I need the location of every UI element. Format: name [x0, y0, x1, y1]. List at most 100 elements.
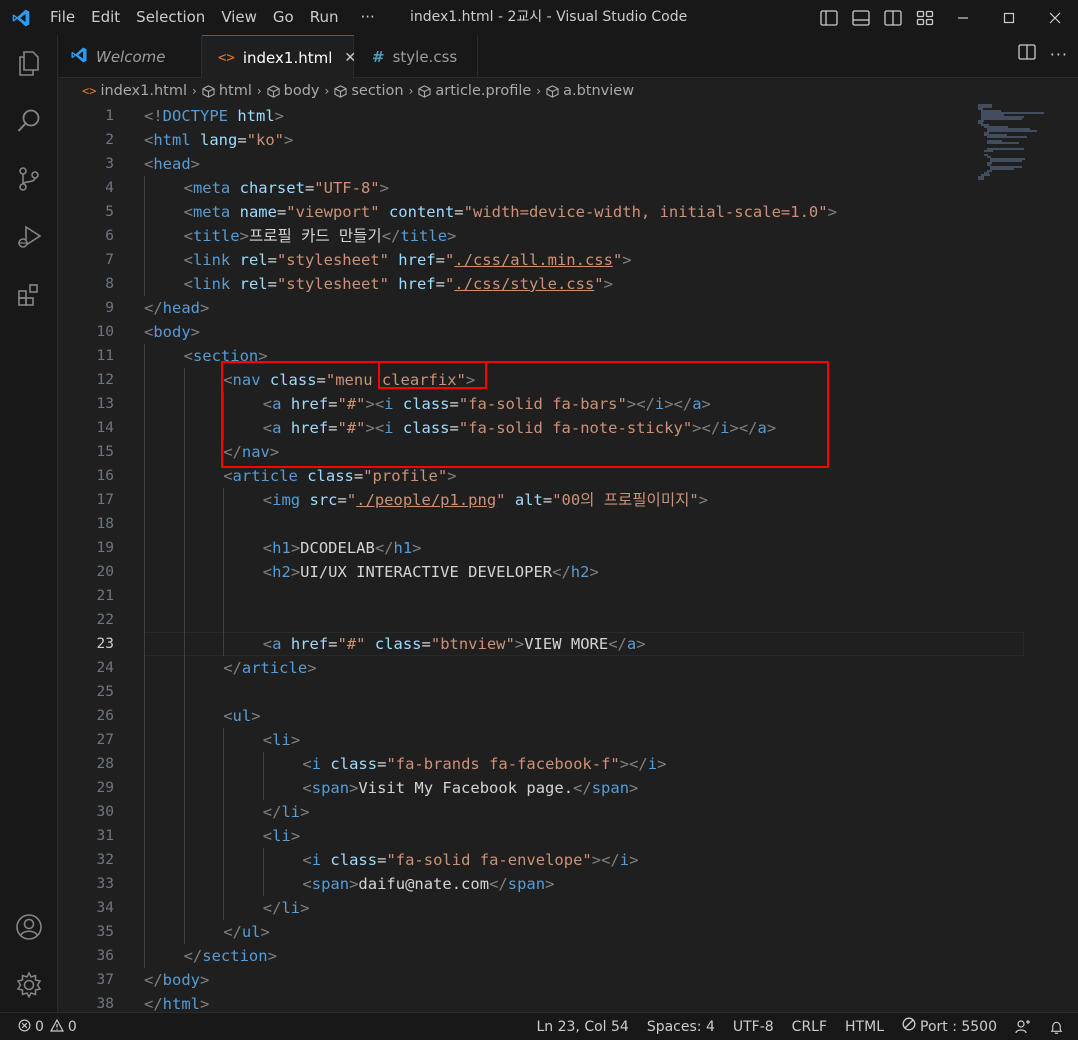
menu-edit[interactable]: Edit	[83, 0, 128, 35]
code-line[interactable]	[144, 680, 1024, 704]
code-line[interactable]: <i class="fa-brands fa-facebook-f"></i>	[144, 752, 1024, 776]
menu-file[interactable]: File	[42, 0, 83, 35]
language-mode[interactable]: HTML	[836, 1013, 893, 1040]
source-control-icon[interactable]	[0, 155, 58, 203]
code-line[interactable]: <article class="profile">	[144, 464, 1024, 488]
code-area[interactable]: <!DOCTYPE html> <html lang="ko"> <head> <me…	[144, 104, 1024, 1012]
code-line[interactable]: <li>	[144, 728, 1024, 752]
explorer-icon[interactable]	[0, 39, 58, 87]
split-editor-icon[interactable]	[1018, 44, 1036, 64]
indentation[interactable]: Spaces: 4	[638, 1013, 724, 1040]
code-line[interactable]: <a href="#" class="btnview">VIEW MORE</a…	[144, 632, 1024, 656]
end-of-line[interactable]: CRLF	[783, 1013, 836, 1040]
menu-more[interactable]: ···	[347, 0, 383, 35]
breadcrumb-item-body[interactable]: body	[267, 83, 320, 99]
code-line[interactable]: <meta name="viewport" content="width=dev…	[144, 200, 1024, 224]
code-text: =	[316, 371, 326, 389]
menu-go[interactable]: Go	[265, 0, 302, 35]
menu-run[interactable]: Run	[302, 0, 347, 35]
customize-layout-icon[interactable]	[914, 7, 936, 29]
line-number: 33	[96, 876, 114, 892]
breadcrumb-item-anchor[interactable]: a.btnview	[546, 83, 634, 99]
code-tag: h2	[570, 563, 590, 581]
code-line[interactable]: <!DOCTYPE html>	[144, 104, 1024, 128]
encoding[interactable]: UTF-8	[724, 1013, 783, 1040]
code-line[interactable]: <meta charset="UTF-8">	[144, 176, 1024, 200]
code-line[interactable]: </head>	[144, 296, 1024, 320]
breadcrumb-item-html[interactable]: html	[202, 83, 252, 99]
code-attribute: alt	[514, 491, 543, 509]
toggle-secondary-sidebar-icon[interactable]	[882, 7, 904, 29]
code-line[interactable]: <head>	[144, 152, 1024, 176]
code-line[interactable]: <h2>UI/UX INTERACTIVE DEVELOPER</h2>	[144, 560, 1024, 584]
code-line[interactable]: <link rel="stylesheet" href="./css/style…	[144, 272, 1024, 296]
feedback-icon[interactable]	[1006, 1019, 1040, 1035]
line-number: 23	[96, 636, 114, 652]
indent-guide	[262, 776, 264, 800]
code-tag: head	[153, 155, 191, 173]
breadcrumb-item-file[interactable]: <> index1.html	[82, 83, 187, 99]
account-icon[interactable]	[0, 903, 58, 951]
live-server-port[interactable]: Port : 5500	[893, 1013, 1006, 1040]
tab-style-css[interactable]: # style.css	[354, 35, 478, 78]
problems-indicator[interactable]: 0 0	[18, 1013, 77, 1040]
code-attribute: name	[239, 203, 277, 221]
code-line[interactable]: <section>	[144, 344, 1024, 368]
code-line[interactable]: <span>daifu@nate.com</span>	[144, 872, 1024, 896]
search-icon[interactable]	[0, 97, 58, 145]
code-line[interactable]: <h1>DCODELAB</h1>	[144, 536, 1024, 560]
code-line[interactable]: </li>	[144, 896, 1024, 920]
indent-guide	[144, 176, 145, 200]
code-line[interactable]	[144, 584, 1024, 608]
menu-selection[interactable]: Selection	[128, 0, 213, 35]
code-line[interactable]: <a href="#"><i class="fa-solid fa-note-s…	[144, 416, 1024, 440]
minimize-icon[interactable]	[940, 0, 986, 35]
breadcrumb-item-article[interactable]: article.profile	[418, 83, 531, 99]
code-line[interactable]: <ul>	[144, 704, 1024, 728]
code-line[interactable]: </li>	[144, 800, 1024, 824]
extensions-icon[interactable]	[0, 271, 58, 319]
code-line[interactable]: <body>	[144, 320, 1024, 344]
code-line-content: <link rel="stylesheet" href="./css/all.m…	[184, 251, 632, 269]
minimap[interactable]	[970, 104, 1060, 184]
close-window-icon[interactable]	[1032, 0, 1078, 35]
code-line[interactable]: </article>	[144, 656, 1024, 680]
code-line-content: </li>	[263, 899, 310, 917]
notifications-bell-icon[interactable]	[1040, 1020, 1078, 1035]
code-line[interactable]	[144, 512, 1024, 536]
maximize-icon[interactable]	[986, 0, 1032, 35]
chevron-right-icon: ›	[324, 84, 330, 98]
code-line[interactable]: </body>	[144, 968, 1024, 992]
code-punctuation: >	[636, 635, 646, 653]
toggle-primary-sidebar-icon[interactable]	[818, 7, 840, 29]
code-punctuation: >	[379, 179, 389, 197]
code-line[interactable]: <title>프로필 카드 만들기</title>	[144, 224, 1024, 248]
menu-view[interactable]: View	[213, 0, 265, 35]
code-line[interactable]: <i class="fa-solid fa-envelope"></i>	[144, 848, 1024, 872]
code-line[interactable]: </html>	[144, 992, 1024, 1012]
code-line[interactable]: <link rel="stylesheet" href="./css/all.m…	[144, 248, 1024, 272]
breadcrumb-item-section[interactable]: section	[334, 83, 404, 99]
tab-index1-html[interactable]: <> index1.html ✕	[202, 35, 356, 79]
vscode-logo-icon[interactable]	[0, 0, 42, 35]
code-line[interactable]: </ul>	[144, 920, 1024, 944]
code-line[interactable]: <span>Visit My Facebook page.</span>	[144, 776, 1024, 800]
code-line[interactable]: </nav>	[144, 440, 1024, 464]
code-line[interactable]	[144, 608, 1024, 632]
tab-welcome[interactable]: Welcome	[58, 35, 202, 78]
code-line[interactable]: <li>	[144, 824, 1024, 848]
code-line[interactable]: <a href="#"><i class="fa-solid fa-bars">…	[144, 392, 1024, 416]
more-actions-icon[interactable]: ···	[1050, 45, 1068, 64]
code-editor[interactable]: 1 2 3 4 5 6 7 8 9 10 11 12 13 14 15 16 17 18 19 20 21 22 23 24 2…	[58, 104, 1078, 1012]
code-line[interactable]: </section>	[144, 944, 1024, 968]
toggle-panel-icon[interactable]	[850, 7, 872, 29]
run-debug-icon[interactable]	[0, 213, 58, 261]
settings-gear-icon[interactable]	[0, 961, 58, 1009]
code-attribute: class	[402, 395, 450, 413]
indent-guide	[183, 680, 185, 704]
vertical-scrollbar[interactable]	[1064, 104, 1078, 1012]
cursor-position[interactable]: Ln 23, Col 54	[527, 1013, 637, 1040]
code-line[interactable]: <nav class="menu clearfix">	[144, 368, 1024, 392]
code-line[interactable]: <img src="./people/p1.png" alt="00의 프로필이…	[144, 488, 1024, 512]
code-line[interactable]: <html lang="ko">	[144, 128, 1024, 152]
